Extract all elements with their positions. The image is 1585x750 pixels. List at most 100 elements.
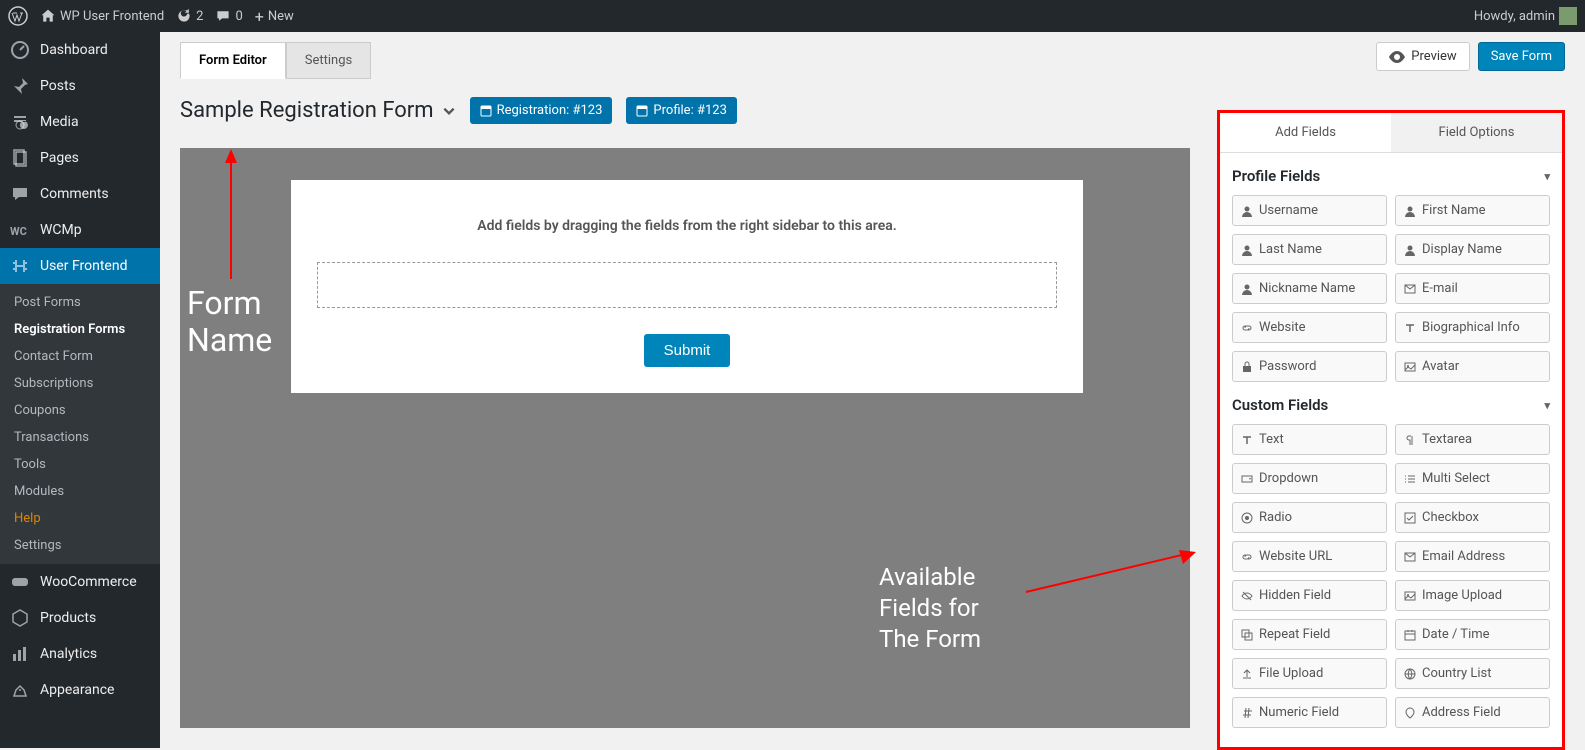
- sidebar-item-media[interactable]: Media: [0, 104, 160, 140]
- field-password[interactable]: Password: [1232, 351, 1387, 382]
- chevron-down-icon: [442, 104, 456, 118]
- field-label: Email Address: [1422, 549, 1505, 564]
- sidebar-item-appearance[interactable]: Appearance: [0, 672, 160, 708]
- field-label: Checkbox: [1422, 510, 1479, 525]
- updates-link[interactable]: 2: [176, 8, 203, 24]
- tab-settings[interactable]: Settings: [286, 42, 371, 79]
- sidebar-item-posts[interactable]: Posts: [0, 68, 160, 104]
- para-icon: [1404, 434, 1416, 446]
- analytics-icon: [10, 644, 30, 664]
- appearance-icon: [10, 680, 30, 700]
- form-canvas: Add fields by dragging the fields from t…: [291, 180, 1083, 393]
- sidebar-subitem-settings[interactable]: Settings: [0, 532, 160, 559]
- arrow-icon: [1021, 544, 1201, 604]
- form-title[interactable]: Sample Registration Form: [180, 98, 456, 123]
- submit-button[interactable]: Submit: [644, 334, 731, 367]
- field-label: Date / Time: [1422, 627, 1490, 642]
- sidebar-subitem-subscriptions[interactable]: Subscriptions: [0, 370, 160, 397]
- field-first-name[interactable]: First Name: [1395, 195, 1550, 226]
- arrow-icon: [211, 149, 271, 299]
- tab-add-fields[interactable]: Add Fields: [1220, 113, 1391, 153]
- save-form-button[interactable]: Save Form: [1478, 42, 1565, 71]
- field-country-list[interactable]: Country List: [1395, 658, 1550, 689]
- sidebar-subitem-help[interactable]: Help: [0, 505, 160, 532]
- field-text[interactable]: Text: [1232, 424, 1387, 455]
- registration-badge[interactable]: Registration: #123: [470, 97, 613, 124]
- field-label: Display Name: [1422, 242, 1502, 257]
- field-username[interactable]: Username: [1232, 195, 1387, 226]
- field-hidden-field[interactable]: Hidden Field: [1232, 580, 1387, 611]
- howdy-link[interactable]: Howdy, admin: [1474, 7, 1577, 25]
- field-last-name[interactable]: Last Name: [1232, 234, 1387, 265]
- text-icon: [1404, 322, 1416, 334]
- sidebar-subitem-transactions[interactable]: Transactions: [0, 424, 160, 451]
- field-nickname-name[interactable]: Nickname Name: [1232, 273, 1387, 304]
- site-link[interactable]: WP User Frontend: [40, 8, 164, 24]
- sidebar-subitem-tools[interactable]: Tools: [0, 451, 160, 478]
- sidebar-subitem-modules[interactable]: Modules: [0, 478, 160, 505]
- field-email-address[interactable]: Email Address: [1395, 541, 1550, 572]
- sidebar-subitem-coupons[interactable]: Coupons: [0, 397, 160, 424]
- sidebar-item-label: Comments: [40, 186, 109, 202]
- field-label: Image Upload: [1422, 588, 1502, 603]
- wp-logo[interactable]: [8, 6, 28, 26]
- field-avatar[interactable]: Avatar: [1395, 351, 1550, 382]
- sidebar-item-pages[interactable]: Pages: [0, 140, 160, 176]
- sidebar-item-comments[interactable]: Comments: [0, 176, 160, 212]
- field-dropdown[interactable]: Dropdown: [1232, 463, 1387, 494]
- field-label: Avatar: [1422, 359, 1459, 374]
- user-icon: [1404, 244, 1416, 256]
- sidebar-item-user-frontend[interactable]: User Frontend: [0, 248, 160, 284]
- sidebar-item-analytics[interactable]: Analytics: [0, 636, 160, 672]
- field-display-name[interactable]: Display Name: [1395, 234, 1550, 265]
- field-numeric-field[interactable]: Numeric Field: [1232, 697, 1387, 728]
- field-label: Text: [1259, 432, 1284, 447]
- preview-button[interactable]: Preview: [1376, 42, 1469, 71]
- comments-link[interactable]: 0: [215, 8, 242, 24]
- field-image-upload[interactable]: Image Upload: [1395, 580, 1550, 611]
- sidebar-subitem-registration-forms[interactable]: Registration Forms: [0, 316, 160, 343]
- form-canvas-wrap: Add fields by dragging the fields from t…: [180, 148, 1190, 728]
- dropzone[interactable]: [317, 262, 1057, 308]
- tab-field-options[interactable]: Field Options: [1391, 113, 1562, 153]
- field-radio[interactable]: Radio: [1232, 502, 1387, 533]
- field-checkbox[interactable]: Checkbox: [1395, 502, 1550, 533]
- user-icon: [1241, 205, 1253, 217]
- field-e-mail[interactable]: E-mail: [1395, 273, 1550, 304]
- section-custom-fields[interactable]: Custom Fields▾: [1232, 382, 1550, 424]
- sidebar-item-woocommerce[interactable]: WooCommerce: [0, 564, 160, 600]
- fields-scroll[interactable]: Profile Fields▾ Username First Name Last N…: [1220, 153, 1562, 747]
- tab-form-editor[interactable]: Form Editor: [180, 42, 286, 79]
- field-label: E-mail: [1422, 281, 1458, 296]
- new-link[interactable]: +New: [255, 7, 294, 26]
- field-multi-select[interactable]: Multi Select: [1395, 463, 1550, 494]
- sidebar-item-label: Appearance: [40, 682, 114, 698]
- field-biographical-info[interactable]: Biographical Info: [1395, 312, 1550, 343]
- sidebar-subitem-contact-form[interactable]: Contact Form: [0, 343, 160, 370]
- upload-icon: [1241, 668, 1253, 680]
- form-tabs: Form Editor Settings: [180, 42, 1565, 79]
- field-label: Radio: [1259, 510, 1292, 525]
- profile-badge[interactable]: Profile: #123: [626, 97, 736, 124]
- field-website[interactable]: Website: [1232, 312, 1387, 343]
- section-profile-fields[interactable]: Profile Fields▾: [1232, 153, 1550, 195]
- admin-sidebar: DashboardPostsMediaPages Comments WCWCMpUs…: [0, 32, 160, 748]
- field-label: Dropdown: [1259, 471, 1318, 486]
- field-label: Username: [1259, 203, 1318, 218]
- sidebar-item-dashboard[interactable]: Dashboard: [0, 32, 160, 68]
- field-repeat-field[interactable]: Repeat Field: [1232, 619, 1387, 650]
- field-label: Website: [1259, 320, 1306, 335]
- sidebar-item-wcmp[interactable]: WCWCMp: [0, 212, 160, 248]
- field-address-field[interactable]: Address Field: [1395, 697, 1550, 728]
- sidebar-subitem-post-forms[interactable]: Post Forms: [0, 289, 160, 316]
- sidebar-item-products[interactable]: Products: [0, 600, 160, 636]
- field-website-url[interactable]: Website URL: [1232, 541, 1387, 572]
- field-file-upload[interactable]: File Upload: [1232, 658, 1387, 689]
- field-date-time[interactable]: Date / Time: [1395, 619, 1550, 650]
- sidebar-item-label: WCMp: [40, 222, 82, 238]
- woo-icon: [10, 572, 30, 592]
- mail-icon: [1404, 283, 1416, 295]
- sidebar-item-label: Analytics: [40, 646, 97, 662]
- field-textarea[interactable]: Textarea: [1395, 424, 1550, 455]
- products-icon: [10, 608, 30, 628]
